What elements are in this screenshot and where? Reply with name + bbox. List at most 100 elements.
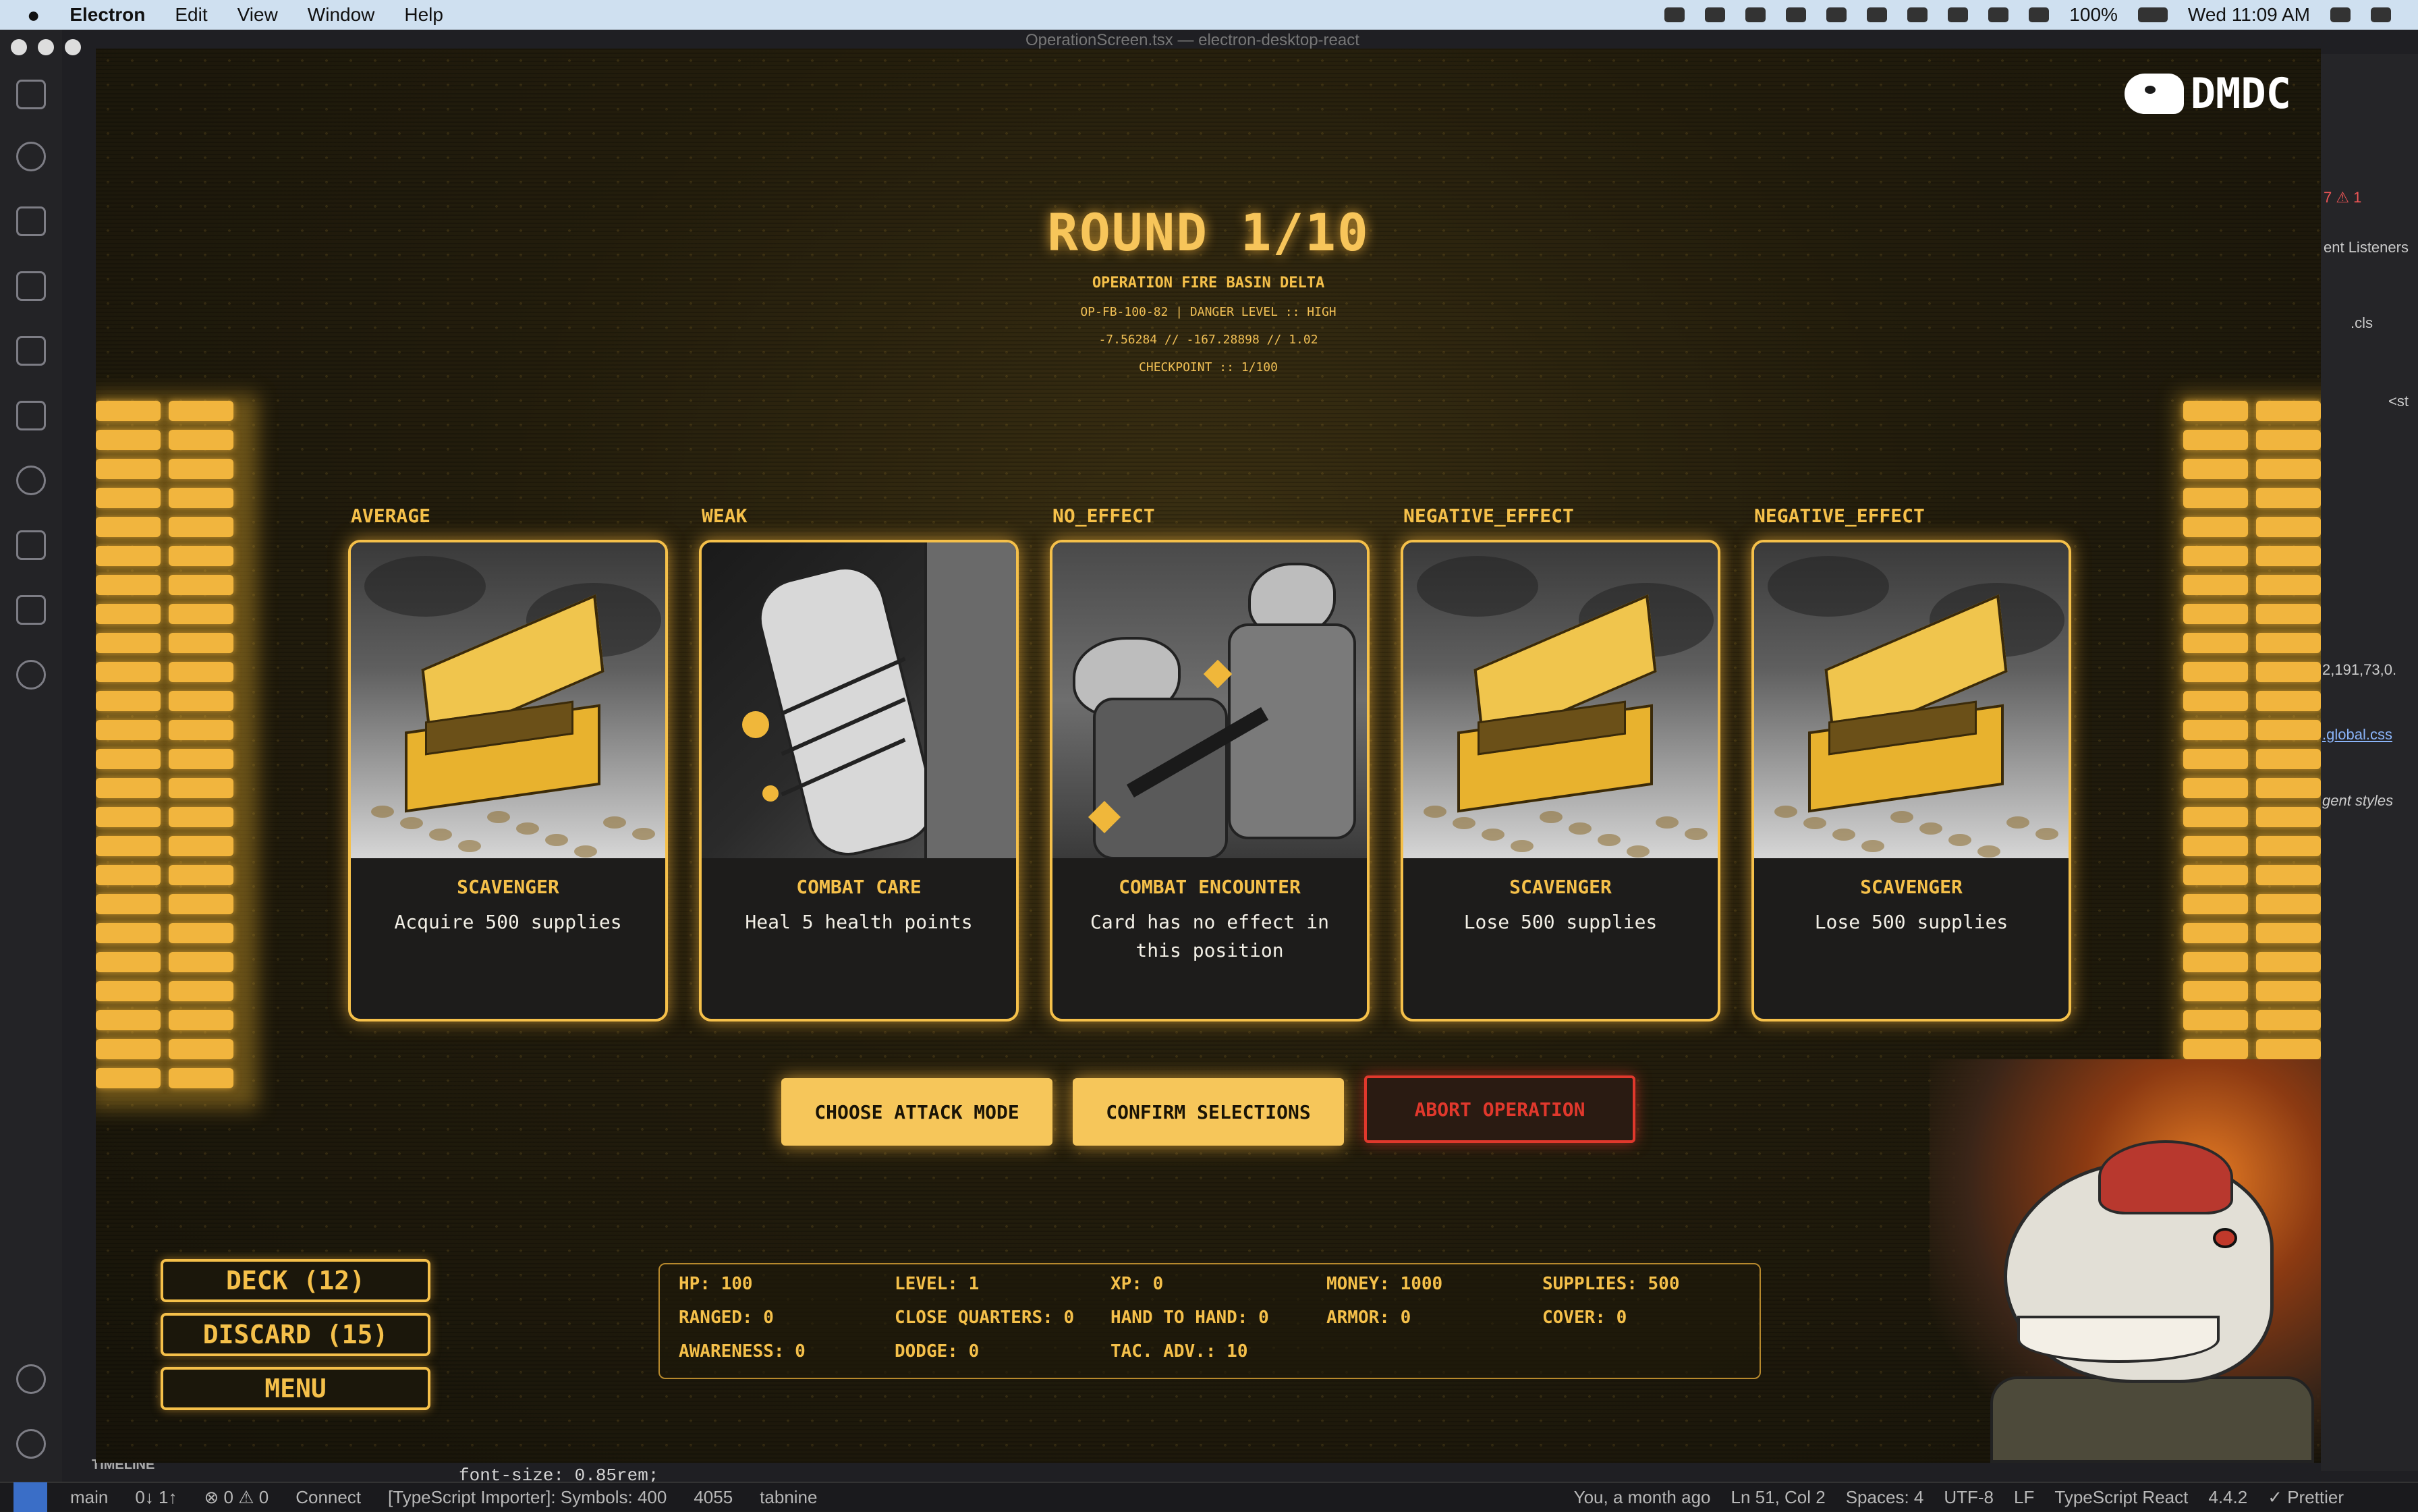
battery-icon[interactable] <box>2137 7 2168 22</box>
encoding[interactable]: UTF-8 <box>1944 1487 1994 1508</box>
prettier-status[interactable]: ✓ Prettier <box>2268 1487 2344 1508</box>
mac-menubar: ● Electron Edit View Window Help 100% We… <box>0 0 2418 30</box>
menu-view[interactable]: View <box>237 4 278 26</box>
global-css-link[interactable]: .global.css <box>2322 726 2392 744</box>
card-combat-encounter[interactable]: COMBAT ENCOUNTER Card has no effect in t… <box>1050 540 1370 1021</box>
settings-gear-icon[interactable] <box>16 1429 46 1459</box>
menu-window[interactable]: Window <box>308 4 375 26</box>
card-title: SCAVENGER <box>1509 876 1612 898</box>
menu-help[interactable]: Help <box>404 4 443 26</box>
port-status[interactable]: 4055 <box>694 1487 733 1508</box>
run-debug-icon[interactable] <box>16 271 46 301</box>
card-scavenger[interactable]: SCAVENGER Acquire 500 supplies <box>348 540 668 1021</box>
card-slot <box>169 952 233 972</box>
deck-button[interactable]: DECK (12) <box>161 1259 430 1302</box>
airplay-icon[interactable] <box>1907 7 1928 22</box>
wifi-icon[interactable] <box>2029 7 2050 22</box>
agent-styles: gent styles <box>2322 792 2394 809</box>
connect-item[interactable]: Connect <box>296 1487 361 1508</box>
control-center-icon[interactable] <box>2371 7 2391 22</box>
card-slot <box>2256 604 2321 624</box>
issue-counts[interactable]: 7 ⚠ 1 <box>2324 189 2361 206</box>
pebble <box>632 828 655 840</box>
card-position-label: WEAK <box>702 505 748 527</box>
card-slot <box>2256 894 2321 914</box>
commander-dino-portrait <box>1930 1059 2321 1463</box>
app-menu[interactable]: Electron <box>69 4 145 26</box>
choose-attack-mode-button[interactable]: CHOOSE ATTACK MODE <box>781 1078 1052 1146</box>
problems-count[interactable]: ⊗ 0 ⚠ 0 <box>204 1487 269 1508</box>
docker-icon[interactable] <box>16 595 46 625</box>
clock[interactable]: Wed 11:09 AM <box>2188 4 2310 26</box>
indentation[interactable]: Spaces: 4 <box>1846 1487 1924 1508</box>
zoom-window-button[interactable] <box>65 39 81 55</box>
card-slot <box>169 459 233 479</box>
elephant-icon[interactable] <box>1786 7 1807 22</box>
sync-icon[interactable] <box>1745 7 1766 22</box>
apple-icon[interactable]: ● <box>27 3 40 28</box>
search-icon[interactable] <box>16 142 46 171</box>
card-slot <box>2183 865 2248 885</box>
card-slot <box>2256 517 2321 537</box>
bluetooth-icon[interactable] <box>1988 7 2009 22</box>
pebble <box>1453 817 1475 829</box>
importer-status[interactable]: [TypeScript Importer]: Symbols: 400 <box>388 1487 667 1508</box>
gitlens-icon[interactable] <box>16 466 46 495</box>
card-slot <box>2183 517 2248 537</box>
discard-button[interactable]: DISCARD (15) <box>161 1313 430 1356</box>
hat-icon[interactable] <box>1826 7 1847 22</box>
card-combat-care[interactable]: COMBAT CARE Heal 5 health points <box>699 540 1019 1021</box>
card-slot <box>169 546 233 566</box>
tabnine-status[interactable]: tabnine <box>760 1487 817 1508</box>
card-slot <box>2183 836 2248 856</box>
abort-operation-button[interactable]: ABORT OPERATION <box>1364 1075 1635 1143</box>
account-icon[interactable] <box>16 1364 46 1394</box>
card-slot <box>96 865 161 885</box>
listeners-tab[interactable]: ent Listeners <box>2324 239 2409 256</box>
pebble <box>1569 822 1592 835</box>
status-bar: main 0↓ 1↑ ⊗ 0 ⚠ 0 Connect [TypeScript I… <box>0 1482 2418 1512</box>
stat-money: MONEY: 1000 <box>1326 1274 1443 1294</box>
pebble <box>1803 817 1826 829</box>
menu-edit[interactable]: Edit <box>175 4 207 26</box>
remote-explorer-icon[interactable] <box>16 336 46 366</box>
remote-indicator[interactable] <box>13 1482 47 1512</box>
cursor-position[interactable]: Ln 51, Col 2 <box>1731 1487 1826 1508</box>
card-scavenger[interactable]: SCAVENGER Lose 500 supplies <box>1401 540 1720 1021</box>
tree-icon[interactable] <box>16 660 46 690</box>
card-description: Acquire 500 supplies <box>394 911 622 933</box>
language-mode[interactable]: TypeScript React <box>2054 1487 2188 1508</box>
checkpoint: CHECKPOINT :: 1/100 <box>1139 360 1278 374</box>
dino-skull-icon <box>2124 73 2184 114</box>
minimize-window-button[interactable] <box>38 39 54 55</box>
cloud-icon[interactable] <box>1705 7 1726 22</box>
stat-xp: XP: 0 <box>1110 1274 1164 1294</box>
close-window-button[interactable] <box>11 39 27 55</box>
ts-version[interactable]: 4.4.2 <box>2208 1487 2247 1508</box>
flag-icon[interactable] <box>1948 7 1969 22</box>
battery-percent[interactable]: 100% <box>2069 4 2118 26</box>
search-icon[interactable] <box>2330 7 2351 22</box>
explorer-icon[interactable] <box>16 80 46 109</box>
git-blame[interactable]: You, a month ago <box>1574 1487 1711 1508</box>
menu-button[interactable]: MENU <box>161 1367 430 1410</box>
card-slot <box>96 894 161 914</box>
camera-icon[interactable] <box>1664 7 1685 22</box>
database-icon[interactable] <box>16 530 46 560</box>
stat-awareness: AWARENESS: 0 <box>679 1341 806 1362</box>
right-slot-rack <box>2183 401 2321 1102</box>
source-control-icon[interactable] <box>16 206 46 236</box>
branch[interactable]: main <box>70 1487 108 1508</box>
eol[interactable]: LF <box>2014 1487 2034 1508</box>
card-slot <box>96 749 161 769</box>
cls-toggle[interactable]: .cls <box>2351 314 2373 332</box>
confirm-selections-button[interactable]: CONFIRM SELECTIONS <box>1073 1078 1344 1146</box>
sync-status[interactable]: 0↓ 1↑ <box>135 1487 177 1508</box>
extensions-icon[interactable] <box>16 401 46 430</box>
card-slot <box>169 662 233 682</box>
pebble <box>1482 829 1505 841</box>
card-slot <box>2183 1039 2248 1059</box>
clock-icon[interactable] <box>1867 7 1888 22</box>
supply-chest-art <box>351 542 665 858</box>
card-scavenger[interactable]: SCAVENGER Lose 500 supplies <box>1751 540 2071 1021</box>
